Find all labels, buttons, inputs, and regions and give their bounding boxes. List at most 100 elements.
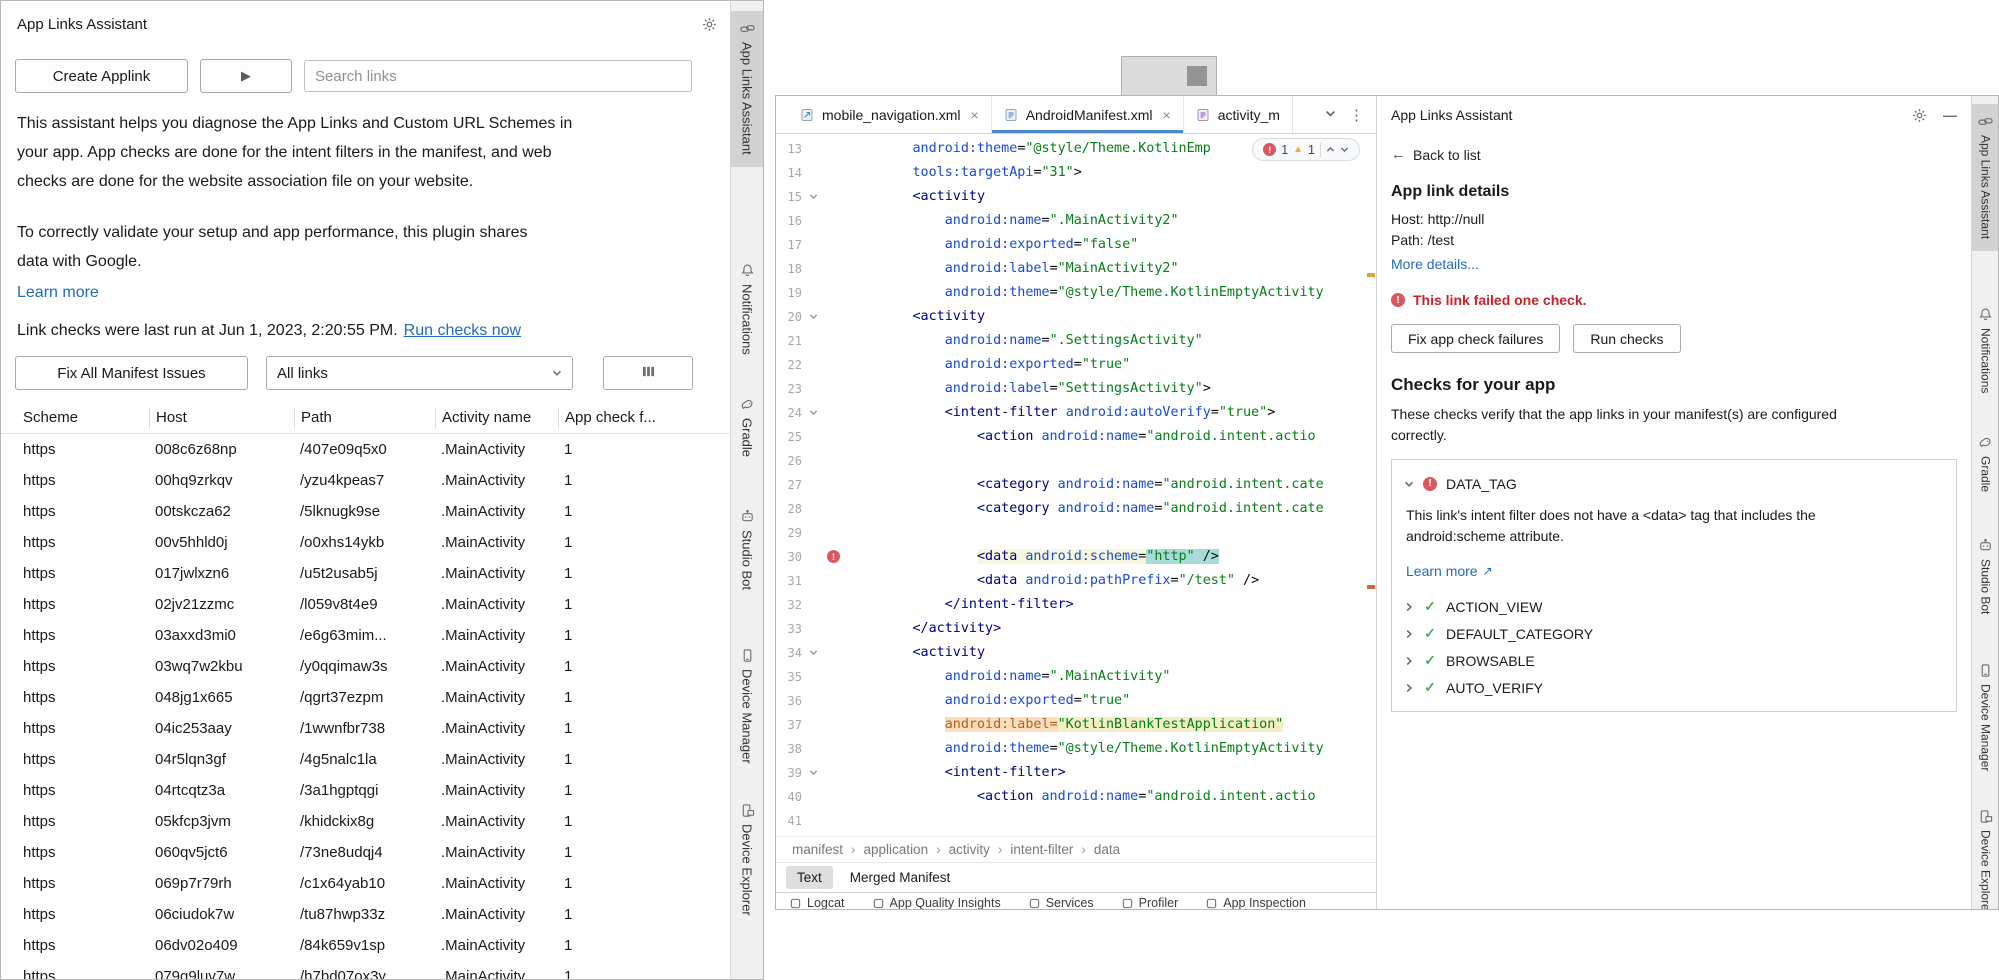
editor-tab-mobile-navigation-xml[interactable]: mobile_navigation.xml× bbox=[788, 96, 992, 133]
editor-tab-activity-m[interactable]: activity_m bbox=[1184, 96, 1293, 133]
search-links-input[interactable] bbox=[304, 60, 692, 92]
gear-icon[interactable] bbox=[1912, 108, 1927, 123]
tool-strip-item-device-explorer[interactable]: Device Explorer bbox=[1972, 799, 1999, 910]
chevron-right-icon[interactable] bbox=[1404, 602, 1414, 612]
column-header-path[interactable]: Path bbox=[294, 408, 435, 428]
fold-chevron-icon[interactable] bbox=[809, 312, 818, 321]
tool-strip-item-studio-bot[interactable]: Studio Bot bbox=[731, 499, 763, 602]
code-text: <action android:name="android.intent.act… bbox=[848, 425, 1376, 449]
chevron-right-icon[interactable] bbox=[1404, 683, 1414, 693]
check-row-action-view[interactable]: ✓ACTION_VIEW bbox=[1404, 593, 1944, 620]
app-links-icon bbox=[740, 21, 755, 36]
links-filter-value: All links bbox=[277, 365, 328, 382]
highlighted-range: <data android:scheme="http" /> bbox=[977, 549, 1219, 564]
run-checks-now-link[interactable]: Run checks now bbox=[404, 322, 521, 339]
more-options-icon[interactable]: ⋮ bbox=[1349, 106, 1364, 124]
check-passed-icon: ✓ bbox=[1423, 679, 1437, 696]
code-line: 28 <category android:name="android.inten… bbox=[776, 497, 1376, 521]
minimize-icon[interactable]: — bbox=[1943, 107, 1957, 123]
table-row[interactable]: https06ciudok7w/tu87hwp33z.MainActivity1 bbox=[1, 899, 763, 930]
column-header-host[interactable]: Host bbox=[149, 408, 294, 428]
fold-chevron-icon[interactable] bbox=[809, 768, 818, 777]
table-row[interactable]: https00tskcza62/5lknugk9se.MainActivity1 bbox=[1, 496, 763, 527]
nav-file-icon bbox=[800, 108, 814, 122]
chevron-right-icon[interactable] bbox=[1404, 656, 1414, 666]
tool-strip-item-app-links-assistant[interactable]: App Links Assistant bbox=[1972, 104, 1999, 251]
table-row[interactable]: https069p7r79rh/c1x64yab10.MainActivity1 bbox=[1, 868, 763, 899]
bottom-bar-item-app-quality-insights[interactable]: App Quality Insights bbox=[873, 895, 1001, 910]
gutter bbox=[802, 185, 848, 209]
tool-strip-item-notifications[interactable]: Notifications bbox=[1972, 297, 1999, 405]
tool-strip-item-app-links-assistant[interactable]: App Links Assistant bbox=[731, 11, 763, 167]
table-row[interactable]: https048jg1x665/qgrt37ezpm.MainActivity1 bbox=[1, 682, 763, 713]
check-name: AUTO_VERIFY bbox=[1446, 680, 1543, 696]
table-row[interactable]: https00hq9zrkqv/yzu4kpeas7.MainActivity1 bbox=[1, 465, 763, 496]
hidden-tabs-chevron-icon[interactable] bbox=[1325, 106, 1336, 124]
run-link-checks-button[interactable]: ▶ bbox=[200, 59, 292, 93]
configure-columns-button[interactable] bbox=[603, 356, 693, 390]
code-text: <intent-filter android:autoVerify="true"… bbox=[848, 401, 1376, 425]
table-row[interactable]: https04ic253aay/1wwnfbr738.MainActivity1 bbox=[1, 713, 763, 744]
code-editor[interactable]: ! 1 ▲ 1 13 android:theme="@style/Theme.K… bbox=[776, 134, 1376, 836]
fold-chevron-icon[interactable] bbox=[809, 192, 818, 201]
bottom-bar-item-profiler[interactable]: Profiler bbox=[1122, 895, 1179, 910]
fix-app-check-failures-button[interactable]: Fix app check failures bbox=[1391, 324, 1560, 353]
learn-more-link[interactable]: Learn more↗ bbox=[1406, 563, 1493, 579]
chevron-right-icon[interactable] bbox=[1404, 629, 1414, 639]
tool-strip-item-notifications[interactable]: Notifications bbox=[731, 253, 763, 367]
close-icon[interactable]: × bbox=[971, 107, 979, 123]
prev-issue-chevron-icon[interactable] bbox=[1326, 143, 1335, 157]
fix-all-manifest-issues-button[interactable]: Fix All Manifest Issues bbox=[15, 356, 248, 390]
table-row[interactable]: https060qv5jct6/73ne8udqj4.MainActivity1 bbox=[1, 837, 763, 868]
table-row[interactable]: https017jwlxzn6/u5t2usab5j.MainActivity1 bbox=[1, 558, 763, 589]
tool-strip-item-studio-bot[interactable]: Studio Bot bbox=[1972, 528, 1999, 626]
fold-chevron-icon[interactable] bbox=[809, 648, 818, 657]
bottom-tab-text[interactable]: Text bbox=[786, 866, 833, 889]
table-row[interactable]: https079g9luv7w/h7bd07ox3y.MainActivity1 bbox=[1, 961, 763, 980]
gutter bbox=[802, 449, 848, 473]
breadcrumb-item[interactable]: manifest bbox=[792, 842, 843, 857]
table-row[interactable]: https04rtcqtz3a/3a1hgptqgi.MainActivity1 bbox=[1, 775, 763, 806]
gear-icon[interactable] bbox=[702, 17, 717, 32]
links-filter-dropdown[interactable]: All links bbox=[266, 356, 573, 390]
create-applink-button[interactable]: Create Applink bbox=[15, 59, 188, 93]
check-row-browsable[interactable]: ✓BROWSABLE bbox=[1404, 647, 1944, 674]
check-row-auto-verify[interactable]: ✓ AUTO_VERIFY bbox=[1404, 674, 1944, 701]
back-to-list-link[interactable]: ← Back to list bbox=[1391, 146, 1481, 163]
next-issue-chevron-icon[interactable] bbox=[1340, 143, 1349, 157]
chevron-down-icon[interactable] bbox=[1404, 479, 1414, 489]
run-checks-button[interactable]: Run checks bbox=[1573, 324, 1680, 353]
table-row[interactable]: https00v5hhld0j/o0xhs14ykb.MainActivity1 bbox=[1, 527, 763, 558]
bottom-bar-item-logcat[interactable]: Logcat bbox=[790, 895, 845, 910]
tool-strip-item-device-manager[interactable]: Device Manager bbox=[731, 638, 763, 776]
column-header-app-check-f[interactable]: App check f... bbox=[558, 408, 698, 428]
check-row-default-category[interactable]: ✓DEFAULT_CATEGORY bbox=[1404, 620, 1944, 647]
tool-strip-item-device-explorer[interactable]: Device Explorer bbox=[731, 793, 763, 928]
fold-chevron-icon[interactable] bbox=[809, 408, 818, 417]
bottom-bar-item-app-inspection[interactable]: App Inspection bbox=[1206, 895, 1306, 910]
breadcrumb-item[interactable]: intent-filter bbox=[1010, 842, 1073, 857]
table-row[interactable]: https03axxd3mi0/e6g63mim....MainActivity… bbox=[1, 620, 763, 651]
column-header-scheme[interactable]: Scheme bbox=[23, 408, 149, 428]
tool-strip-item-gradle[interactable]: Gradle bbox=[731, 387, 763, 469]
table-row[interactable]: https06dv02o409/84k659v1sp.MainActivity1 bbox=[1, 930, 763, 961]
column-header-activity-name[interactable]: Activity name bbox=[435, 408, 558, 428]
table-row[interactable]: https05kfcp3jvm/khidckix8g.MainActivity1 bbox=[1, 806, 763, 837]
check-row-data-tag[interactable]: !DATA_TAG bbox=[1404, 470, 1944, 497]
table-row[interactable]: https04r5lqn3gf/4g5nalc1la.MainActivity1 bbox=[1, 744, 763, 775]
learn-more-link[interactable]: Learn more bbox=[17, 284, 99, 302]
breadcrumb-item[interactable]: application bbox=[864, 842, 929, 857]
table-row[interactable]: https008c6z68np/407e09q5x0.MainActivity1 bbox=[1, 434, 763, 465]
breadcrumb-item[interactable]: activity bbox=[949, 842, 990, 857]
tool-strip-item-device-manager[interactable]: Device Manager bbox=[1972, 653, 1999, 783]
table-row[interactable]: https03wq7w2kbu/y0qqimaw3s.MainActivity1 bbox=[1, 651, 763, 682]
tool-strip-item-gradle[interactable]: Gradle bbox=[1972, 425, 1999, 504]
bottom-bar-item-services[interactable]: Services bbox=[1029, 895, 1094, 910]
editor-tab-androidmanifest-xml[interactable]: AndroidManifest.xml× bbox=[992, 96, 1184, 133]
close-icon[interactable]: × bbox=[1163, 107, 1171, 123]
table-row[interactable]: https02jv21zzmc/l059v8t4e9.MainActivity1 bbox=[1, 589, 763, 620]
breadcrumb-item[interactable]: data bbox=[1094, 842, 1120, 857]
code-line: 32 </intent-filter> bbox=[776, 593, 1376, 617]
more-details-link[interactable]: More details... bbox=[1391, 256, 1479, 272]
bottom-tab-merged-manifest[interactable]: Merged Manifest bbox=[839, 866, 962, 889]
